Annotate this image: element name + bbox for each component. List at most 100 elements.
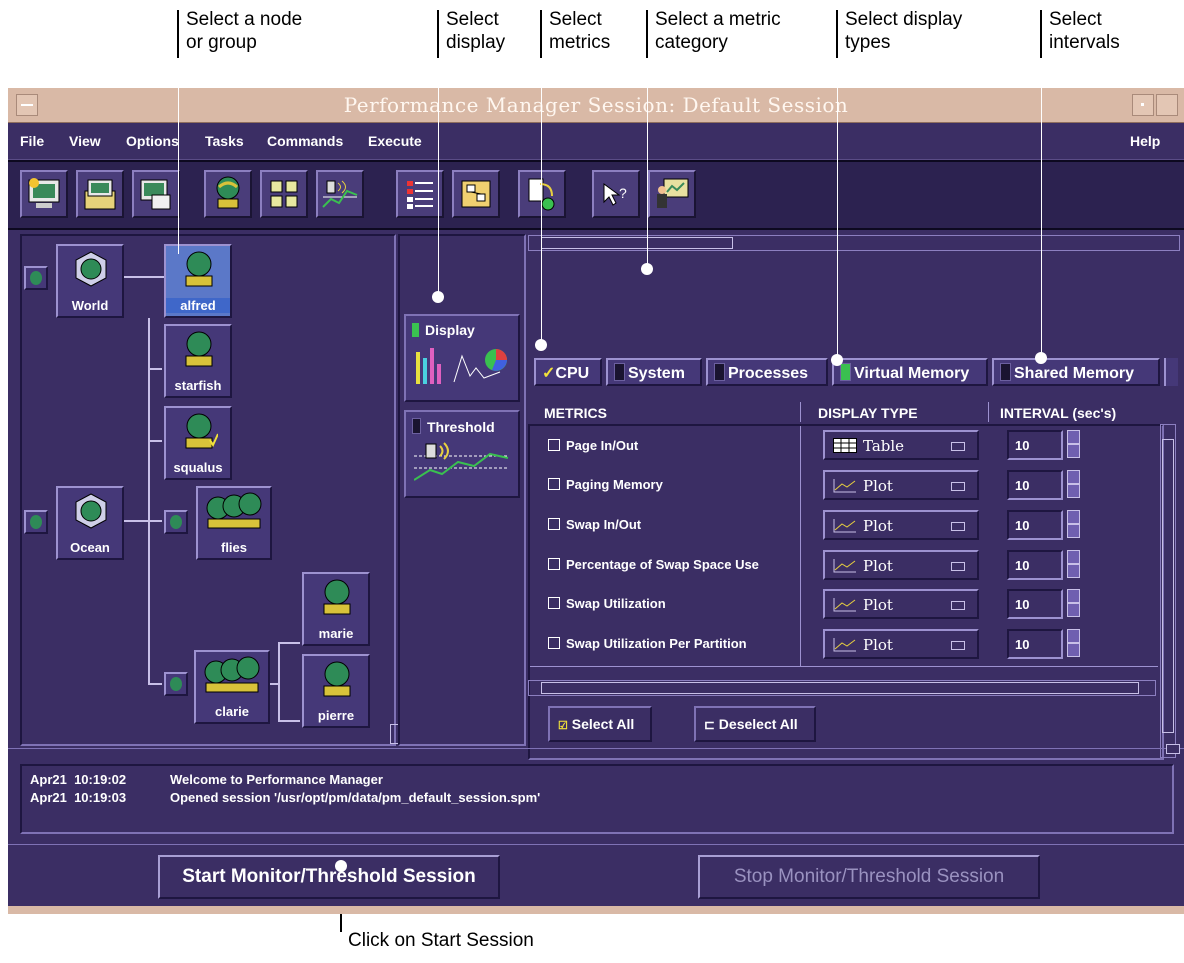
metric-row[interactable]: Swap In/Out (548, 517, 641, 532)
interval-field[interactable]: 10 (1007, 470, 1063, 500)
bottom-scrollbar[interactable] (528, 680, 1156, 696)
threshold-icon[interactable] (316, 170, 364, 218)
spin-down-icon[interactable] (1067, 524, 1080, 538)
callout-line (541, 58, 542, 344)
callout-bar (177, 10, 179, 58)
menu-execute[interactable]: Execute (368, 133, 422, 149)
spin-down-icon[interactable] (1067, 484, 1080, 498)
title-bar: Performance Manager Session: Default Ses… (8, 88, 1184, 123)
interval-field[interactable]: 10 (1007, 430, 1063, 460)
expand-clarie-icon[interactable] (164, 672, 188, 696)
threshold-led (412, 418, 421, 434)
callout-select-node: Select a node or group (186, 9, 303, 53)
expand-ocean-icon[interactable] (24, 510, 48, 534)
maximize-button[interactable] (1156, 94, 1178, 116)
metric-checkbox[interactable] (548, 518, 560, 530)
deselect-all-button[interactable]: ⊏ Deselect All (694, 706, 816, 742)
interval-field[interactable]: 10 (1007, 629, 1063, 659)
metric-checkbox[interactable] (548, 478, 560, 490)
menu-view[interactable]: View (69, 133, 101, 149)
menu-file[interactable]: File (20, 133, 44, 149)
checklist-icon[interactable] (396, 170, 444, 218)
display-type-select[interactable]: Plot (823, 629, 979, 659)
expand-world-icon[interactable] (24, 266, 48, 290)
metrics-header: METRICS (544, 405, 607, 421)
metric-row[interactable]: Page In/Out (548, 438, 638, 453)
display-type-select[interactable]: Plot (823, 550, 979, 580)
spin-up-icon[interactable] (1067, 629, 1080, 643)
node-squalus[interactable]: squalus (164, 406, 232, 480)
display-type-select[interactable]: Plot (823, 470, 979, 500)
tree-connector (122, 520, 162, 522)
metric-row[interactable]: Percentage of Swap Space Use (548, 557, 798, 572)
node-label: flies (220, 540, 247, 555)
metric-row[interactable]: Paging Memory (548, 477, 663, 492)
menu-commands[interactable]: Commands (267, 133, 343, 149)
save-session-icon[interactable] (132, 170, 180, 218)
node-alfred[interactable]: alfred (164, 244, 232, 318)
grid-layout-icon[interactable] (260, 170, 308, 218)
threshold-option[interactable]: Threshold (404, 410, 520, 498)
cluster-icon[interactable] (164, 510, 188, 534)
spin-down-icon[interactable] (1067, 564, 1080, 578)
display-option[interactable]: Display (404, 314, 520, 402)
spin-down-icon[interactable] (1067, 444, 1080, 458)
tab-virtual-memory[interactable]: Virtual Memory (832, 358, 988, 386)
node-pierre[interactable]: pierre (302, 654, 370, 728)
plot-icon (833, 559, 856, 573)
spin-down-icon[interactable] (1067, 603, 1080, 617)
log-message: Welcome to Performance Manager (170, 772, 383, 787)
tab-system[interactable]: System (606, 358, 702, 386)
menu-help[interactable]: Help (1130, 133, 1160, 149)
metric-row[interactable]: Swap Utilization Per Partition (548, 636, 747, 651)
interval-field[interactable]: 10 (1007, 589, 1063, 619)
top-scrollbar[interactable] (528, 235, 1180, 251)
select-all-button[interactable]: ☑ Select All (548, 706, 652, 742)
interval-field[interactable]: 10 (1007, 510, 1063, 540)
spin-up-icon[interactable] (1067, 430, 1080, 444)
context-help-icon[interactable]: ? (592, 170, 640, 218)
spin-up-icon[interactable] (1067, 510, 1080, 524)
spin-up-icon[interactable] (1067, 589, 1080, 603)
new-session-icon[interactable] (20, 170, 68, 218)
menu-options[interactable]: Options (126, 133, 179, 149)
display-type-select[interactable]: Plot (823, 589, 979, 619)
execute-command-icon[interactable] (518, 170, 566, 218)
display-type-header: DISPLAY TYPE (818, 405, 918, 421)
callout-bar (646, 10, 648, 58)
metric-checkbox[interactable] (548, 597, 560, 609)
tab-shared-memory[interactable]: Shared Memory (992, 358, 1160, 386)
node-clarie[interactable]: clarie (194, 650, 270, 724)
node-marie[interactable]: marie (302, 572, 370, 646)
spin-down-icon[interactable] (1067, 643, 1080, 657)
metrics-scrollbar[interactable] (1160, 424, 1176, 758)
spin-up-icon[interactable] (1067, 470, 1080, 484)
metric-checkbox[interactable] (548, 637, 560, 649)
display-type-select[interactable]: Table (823, 430, 979, 460)
tab-processes[interactable]: Processes (706, 358, 828, 386)
network-map-icon[interactable] (452, 170, 500, 218)
pane-sash-icon[interactable] (1166, 744, 1180, 754)
menu-tasks[interactable]: Tasks (205, 133, 244, 149)
callout-select-metrics: Select metrics (549, 9, 611, 53)
metric-checkbox[interactable] (548, 439, 560, 451)
node-ocean[interactable]: Ocean (56, 486, 124, 560)
node-starfish[interactable]: starfish (164, 324, 232, 398)
presenter-icon[interactable] (648, 170, 696, 218)
open-session-icon[interactable] (76, 170, 124, 218)
metric-checkbox[interactable] (548, 558, 560, 570)
node-globe-icon[interactable] (204, 170, 252, 218)
interval-field[interactable]: 10 (1007, 550, 1063, 580)
checkbox-icon: ☑ (558, 720, 568, 732)
tree-connector (148, 368, 162, 370)
metric-row[interactable]: Swap Utilization (548, 596, 666, 611)
display-type-select[interactable]: Plot (823, 510, 979, 540)
start-session-button[interactable]: Start Monitor/Threshold Session (158, 855, 500, 899)
node-world[interactable]: World (56, 244, 124, 318)
stop-session-button[interactable]: Stop Monitor/Threshold Session (698, 855, 1040, 899)
minimize-button[interactable] (1132, 94, 1154, 116)
node-flies[interactable]: flies (196, 486, 272, 560)
tab-overflow[interactable] (1164, 358, 1178, 386)
tab-cpu[interactable]: ✓CPU (534, 358, 602, 386)
spin-up-icon[interactable] (1067, 550, 1080, 564)
